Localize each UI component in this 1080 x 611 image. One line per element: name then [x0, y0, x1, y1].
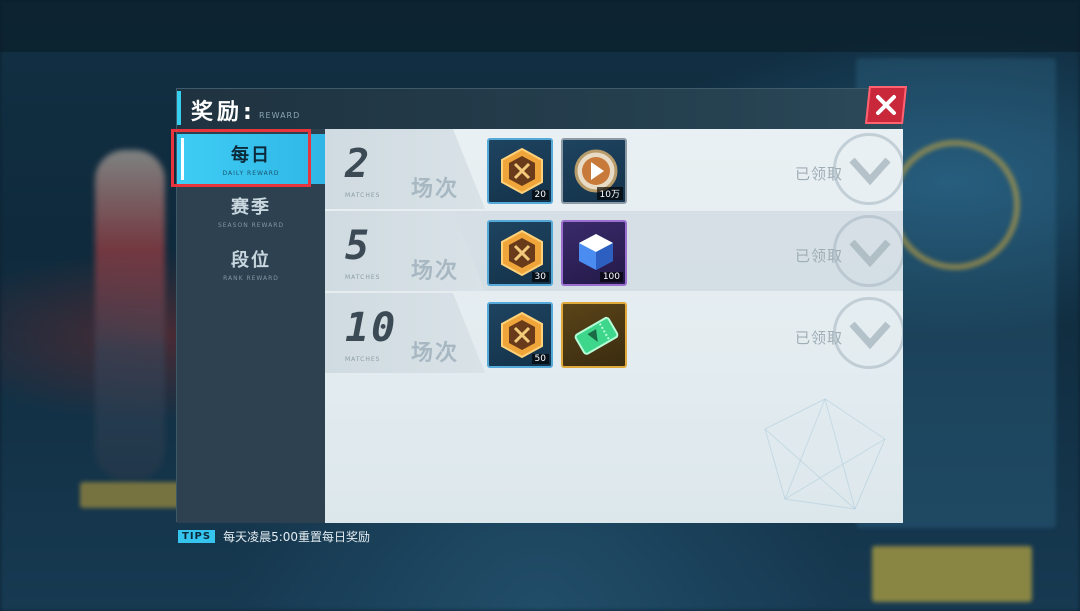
match-unit: 场次	[411, 341, 460, 366]
background-emblem	[890, 140, 1020, 270]
reward-list: 2 场次 MATCHES 20 10万 已领取 5 场次 MATCHES 30 …	[325, 129, 903, 523]
item-quantity: 30	[531, 272, 549, 282]
reward-row: 5 场次 MATCHES 30 100 已领取	[325, 211, 903, 291]
dialog-title: 奖励:	[191, 100, 256, 125]
item-quantity: 20	[531, 190, 549, 200]
reward-row: 10 场次 MATCHES 50 已领取	[325, 293, 903, 373]
active-tab-indicator	[181, 138, 184, 180]
reward-item[interactable]: 20	[487, 138, 553, 204]
match-unit: 场次	[411, 177, 460, 202]
match-sublabel: MATCHES	[345, 274, 381, 281]
match-count: 2	[345, 141, 372, 187]
tab-rank[interactable]: 段位 RANK REWARD	[177, 239, 325, 289]
tab-label: 段位	[231, 250, 271, 271]
reward-item[interactable]: 100	[561, 220, 627, 286]
decorative-mesh	[764, 398, 886, 510]
reward-dialog: 奖励: REWARD 每日 DAILY REWARD 赛季 SEASON REW…	[171, 86, 907, 523]
reward-sidebar: 每日 DAILY REWARD 赛季 SEASON REWARD 段位 RANK…	[171, 129, 325, 523]
tab-label: 赛季	[231, 197, 271, 218]
tips-badge: TIPS	[178, 530, 216, 543]
close-button[interactable]	[865, 86, 907, 124]
hexagon-token-icon	[501, 229, 543, 277]
match-sublabel: MATCHES	[345, 356, 381, 363]
check-icon	[833, 133, 903, 205]
tab-season[interactable]: 赛季 SEASON REWARD	[177, 186, 325, 236]
check-icon	[833, 215, 903, 287]
check-icon	[833, 297, 903, 369]
background-left-button	[80, 482, 190, 508]
ticket-icon	[574, 316, 619, 355]
tips-bar: TIPS 每天凌晨5:00重置每日奖励	[178, 528, 370, 545]
reward-item[interactable]: 10万	[561, 138, 627, 204]
dialog-subtitle: REWARD	[259, 111, 301, 120]
item-quantity: 10万	[596, 187, 623, 200]
tab-label: 每日	[231, 145, 271, 166]
close-icon	[876, 95, 896, 115]
tab-sublabel: RANK REWARD	[223, 275, 279, 282]
tab-sublabel: DAILY REWARD	[222, 170, 280, 177]
match-unit: 场次	[411, 259, 460, 284]
reward-item[interactable]	[561, 302, 627, 368]
match-count: 10	[345, 305, 398, 351]
reward-row: 2 场次 MATCHES 20 10万 已领取	[325, 129, 903, 209]
item-quantity: 50	[531, 354, 549, 364]
reward-item[interactable]: 50	[487, 302, 553, 368]
hexagon-token-icon	[501, 311, 543, 359]
match-sublabel: MATCHES	[345, 192, 381, 199]
tab-daily[interactable]: 每日 DAILY REWARD	[171, 129, 325, 187]
hexagon-token-icon	[501, 147, 543, 195]
header-accent	[177, 91, 181, 125]
tab-sublabel: SEASON REWARD	[217, 222, 285, 229]
cube-icon	[579, 234, 613, 270]
top-bar-background	[0, 0, 1080, 52]
match-count: 5	[345, 223, 372, 269]
background-right-button	[872, 546, 1032, 602]
reward-item[interactable]: 30	[487, 220, 553, 286]
dialog-header: 奖励: REWARD	[177, 89, 901, 129]
tips-text: 每天凌晨5:00重置每日奖励	[223, 530, 371, 544]
background-character	[95, 150, 165, 480]
item-quantity: 100	[599, 272, 623, 282]
